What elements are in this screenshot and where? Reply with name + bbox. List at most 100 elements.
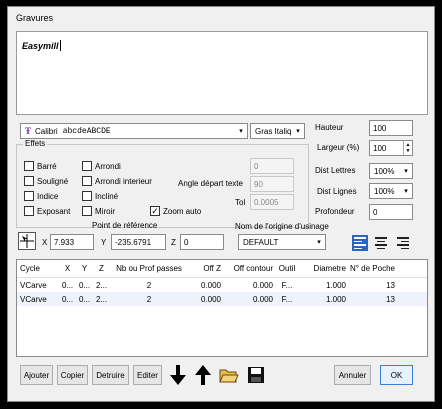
- effets-title: Effets: [23, 139, 48, 148]
- window-title: Gravures: [16, 13, 54, 23]
- copier-button[interactable]: Copier: [57, 365, 88, 385]
- operations-table[interactable]: Cycle X Y Z Nb ou Prof passes Off Z Off …: [16, 259, 428, 357]
- table-row[interactable]: VCarve 0... 0... 2... 2 0.000 0.000 F...…: [17, 292, 427, 306]
- dist-lettres-select[interactable]: 100% ▾: [369, 163, 413, 179]
- barre-checkbox[interactable]: Barré: [24, 161, 57, 171]
- chevron-down-icon: ▾: [404, 168, 408, 175]
- check-icon: ✓: [150, 205, 160, 216]
- arrondi-interieur-label: Arrondi interieur: [95, 176, 152, 186]
- cell-offcontour: 0.000: [252, 294, 273, 304]
- dist-lettres-value: 100%: [374, 166, 395, 176]
- checkbox-box: [24, 191, 34, 201]
- font-select[interactable]: Ŧ Calibri abcdeABCDE ▾: [20, 123, 248, 139]
- align-left-button[interactable]: [352, 235, 368, 251]
- angle-input[interactable]: 90: [250, 176, 294, 192]
- col-header-passes[interactable]: Nb ou Prof passes: [110, 264, 188, 273]
- align-center-button[interactable]: [373, 235, 389, 251]
- col-header-cycle[interactable]: Cycle: [17, 264, 59, 273]
- ref-y-label: Y: [101, 238, 107, 247]
- table-row[interactable]: VCarve 0... 0... 2... 2 0.000 0.000 F...…: [17, 278, 427, 292]
- dist-lignes-select[interactable]: 100% ▾: [369, 183, 413, 199]
- arrow-down-icon[interactable]: [167, 363, 189, 387]
- text-caret: [59, 40, 61, 51]
- cell-diametre: 1.000: [325, 280, 346, 290]
- arrondi-label: Arrondi: [95, 161, 121, 171]
- cell-offz: 0.000: [200, 294, 221, 304]
- editor-text: Easymill: [22, 41, 59, 51]
- cell-x: 0...: [61, 280, 74, 290]
- profondeur-label: Profondeur: [315, 207, 355, 216]
- checkbox-box: [82, 161, 92, 171]
- col-header-poche[interactable]: N° de Poche: [346, 264, 398, 273]
- ref-x-input[interactable]: 7.933: [50, 234, 94, 250]
- incline-checkbox[interactable]: Incliné: [82, 191, 118, 201]
- angle-label: Angle départ texte: [178, 179, 243, 188]
- editer-button[interactable]: Editer: [133, 365, 162, 385]
- col-header-y[interactable]: Y: [76, 264, 93, 273]
- indice-checkbox[interactable]: Indice: [24, 191, 58, 201]
- ref-y-input[interactable]: -235.6791: [111, 234, 166, 250]
- col-header-offz[interactable]: Off Z: [188, 264, 221, 273]
- cell-z: 2...: [95, 280, 108, 290]
- cell-passes: 2: [146, 294, 152, 304]
- checkbox-box: [82, 191, 92, 201]
- spin-arrows-icon[interactable]: ▲ ▼: [403, 141, 412, 155]
- dist-lignes-label: Dist Lignes: [317, 187, 357, 196]
- cell-passes: 2: [146, 280, 152, 290]
- engraving-dialog: Gravures Easymill Ŧ Calibri abcdeABCDE ▾…: [7, 6, 435, 402]
- checkbox-box: [82, 206, 92, 216]
- checkbox-box: [24, 206, 34, 216]
- font-style-value: Gras Italiq: [255, 126, 292, 136]
- detruire-button[interactable]: Detruire: [92, 365, 129, 385]
- dist-lettres-label: Dist Lettres: [315, 166, 356, 175]
- col-header-z[interactable]: Z: [93, 264, 110, 273]
- save-icon[interactable]: [245, 363, 267, 387]
- arrondi-checkbox[interactable]: Arrondi: [82, 161, 121, 171]
- effet-value-field[interactable]: 0: [250, 158, 294, 174]
- folder-open-icon[interactable]: [218, 363, 240, 387]
- souligne-label: Souligné: [37, 176, 69, 186]
- align-right-button[interactable]: [395, 235, 411, 251]
- cursor-target-icon[interactable]: [18, 232, 36, 250]
- tol-input[interactable]: 0.0005: [250, 194, 294, 210]
- miroir-label: Miroir: [95, 206, 115, 216]
- miroir-checkbox[interactable]: Miroir: [82, 206, 115, 216]
- cell-y: 0...: [78, 280, 91, 290]
- col-header-diametre[interactable]: Diametre: [301, 264, 346, 273]
- largeur-label: Largeur (%): [317, 143, 360, 152]
- col-header-x[interactable]: X: [59, 264, 76, 273]
- cell-diametre: 1.000: [325, 294, 346, 304]
- hauteur-input[interactable]: 100: [369, 120, 413, 136]
- cell-cycle: VCarve: [20, 294, 47, 304]
- exposant-checkbox[interactable]: Exposant: [24, 206, 70, 216]
- ajouter-button[interactable]: Ajouter: [20, 365, 53, 385]
- cell-offz: 0.000: [200, 280, 221, 290]
- col-header-outil[interactable]: Outil: [273, 264, 301, 273]
- cell-outil: F...: [281, 294, 293, 304]
- cell-offcontour: 0.000: [252, 280, 273, 290]
- annuler-button[interactable]: Annuler: [334, 365, 371, 385]
- tol-label: Tol: [235, 198, 246, 207]
- hauteur-label: Hauteur: [315, 123, 344, 132]
- ref-z-input[interactable]: 0: [180, 234, 224, 250]
- col-header-offcontour[interactable]: Off contour: [221, 264, 273, 273]
- souligne-checkbox[interactable]: Souligné: [24, 176, 68, 186]
- arrondi-interieur-checkbox[interactable]: Arrondi interieur: [82, 176, 152, 186]
- ok-button[interactable]: OK: [380, 365, 413, 385]
- arrow-up-icon[interactable]: [192, 363, 214, 387]
- origin-value: DEFAULT: [243, 237, 279, 247]
- font-sample: abcdeABCDE: [62, 126, 111, 136]
- origin-select[interactable]: DEFAULT ▾: [238, 234, 326, 250]
- font-name: Calibri: [35, 126, 58, 136]
- reference-title: Point de référence: [92, 221, 158, 230]
- font-style-select[interactable]: Gras Italiq ▾: [250, 123, 305, 139]
- zoom-auto-checkbox[interactable]: ✓ Zoom auto: [150, 206, 201, 216]
- engraving-text-editor[interactable]: Easymill: [16, 31, 428, 115]
- cell-poche: 13: [386, 280, 395, 290]
- profondeur-input[interactable]: 0: [369, 204, 413, 220]
- checkbox-box: [24, 161, 34, 171]
- largeur-value: 100: [373, 143, 387, 153]
- largeur-stepper[interactable]: 100 ▲ ▼: [369, 140, 413, 156]
- cell-x: 0...: [61, 294, 74, 304]
- ref-x-label: X: [42, 238, 48, 247]
